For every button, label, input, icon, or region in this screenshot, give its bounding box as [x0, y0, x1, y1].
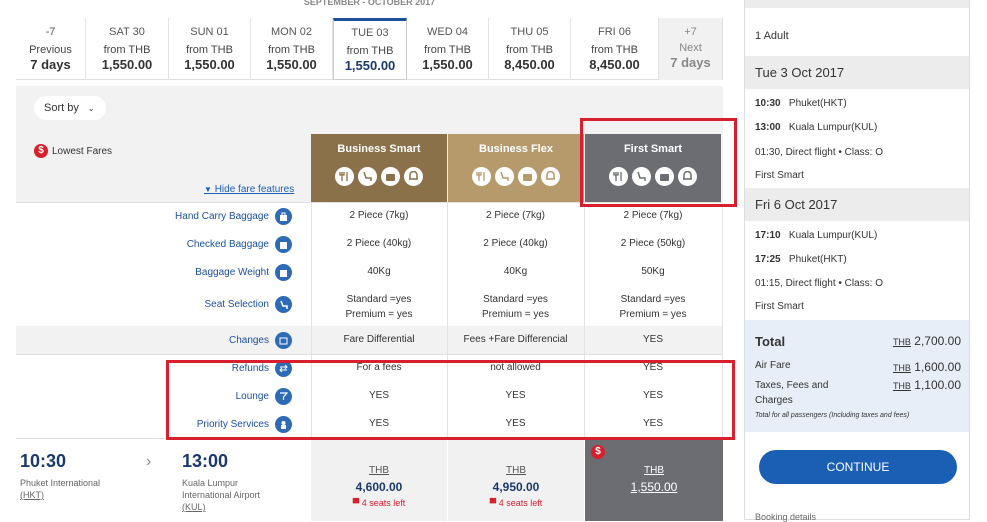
seat-icon: ▀	[489, 498, 497, 508]
highlight-box-first-smart	[580, 118, 737, 207]
leg2-info: 01:15, Direct flight • Class: O	[755, 278, 884, 289]
hide-fare-features-link[interactable]: ▼ Hide fare features	[204, 184, 294, 195]
baggage-icon	[518, 167, 537, 186]
date-sun-01[interactable]: SUN 01 from THB 1,550.00	[169, 18, 251, 80]
leg1-arrival: 13:00 Kuala Lumpur(KUL)	[755, 122, 878, 133]
lounge-icon	[404, 167, 423, 186]
suitcase-icon	[275, 236, 292, 253]
date-tue-03-selected[interactable]: TUE 03 from THB 1,550.00	[333, 18, 407, 80]
sort-by-dropdown[interactable]: Sort by ⌄	[34, 96, 106, 120]
fare-selection-panel: SEPTEMBER - OCTOBER 2017 -7 Previous 7 d…	[16, 0, 737, 521]
seat-icon	[275, 296, 292, 313]
fare-header-business-flex[interactable]: Business Flex	[448, 134, 584, 202]
leg2-date: Fri 6 Oct 2017	[745, 188, 969, 221]
suitcase-icon	[275, 264, 292, 281]
leg2-fare: First Smart	[755, 301, 804, 312]
seat-icon	[495, 167, 514, 186]
departure-time: 10:30	[20, 451, 67, 471]
price-business-flex[interactable]: THB 4,950.00 ▀ 4 seats left	[448, 439, 584, 521]
highlight-box-extras	[166, 360, 735, 440]
leg1-date: Tue 3 Oct 2017	[745, 56, 969, 89]
dollar-icon: $	[34, 144, 48, 158]
price-first-smart-selected[interactable]: $ THB 1,550.00	[585, 439, 723, 521]
seat-icon	[358, 167, 377, 186]
meal-icon	[335, 167, 354, 186]
date-next-week[interactable]: +7 Next 7 days	[659, 18, 723, 80]
date-fri-06[interactable]: FRI 06 from THB 8,450.00	[571, 18, 659, 80]
date-selector: -7 Previous 7 days SAT 30 from THB 1,550…	[16, 18, 723, 80]
chevron-right-icon: ›	[146, 453, 152, 470]
departure-airport: Phuket International (HKT)	[20, 478, 101, 500]
leg1-info: 01:30, Direct flight • Class: O	[755, 147, 884, 158]
calendar-icon	[275, 332, 292, 349]
hand-carry-icon	[275, 208, 292, 225]
dollar-icon: $	[591, 445, 605, 459]
date-mon-02[interactable]: MON 02 from THB 1,550.00	[251, 18, 333, 80]
fare-header-business-smart[interactable]: Business Smart	[311, 134, 447, 202]
triangle-down-icon: ▼	[204, 185, 212, 194]
date-wed-04[interactable]: WED 04 from THB 1,550.00	[407, 18, 489, 80]
continue-button[interactable]: CONTINUE	[759, 450, 957, 484]
arrival-airport: Kuala Lumpur International Airport (KUL)	[182, 478, 261, 512]
divider	[16, 354, 723, 355]
leg1-departure: 10:30 Phuket(HKT)	[755, 98, 847, 109]
price-summary: Total THB 2,700.00 Air Fare THB 1,600.00…	[745, 320, 969, 432]
seat-icon: ▀	[352, 498, 360, 508]
passenger-count: 1 Adult	[755, 30, 789, 42]
price-business-smart[interactable]: THB 4,600.00 ▀ 4 seats left	[311, 439, 447, 521]
date-prev-week[interactable]: -7 Previous 7 days	[16, 18, 86, 80]
leg2-departure: 17:10 Kuala Lumpur(KUL)	[755, 230, 878, 241]
meal-icon	[472, 167, 491, 186]
booking-summary-sidebar: 1 Adult Tue 3 Oct 2017 10:30 Phuket(HKT)…	[744, 0, 970, 522]
chevron-down-icon: ⌄	[87, 104, 95, 113]
baggage-icon	[381, 167, 400, 186]
leg2-arrival: 17:25 Phuket(HKT)	[755, 254, 847, 265]
flight-row[interactable]: 10:30 Phuket International (HKT) › 13:00 …	[16, 438, 723, 521]
lowest-fares-legend: $ Lowest Fares	[34, 144, 112, 158]
booking-details: Booking details	[755, 512, 817, 522]
lounge-icon	[541, 167, 560, 186]
arrival-time: 13:00	[182, 451, 229, 471]
date-sat-30[interactable]: SAT 30 from THB 1,550.00	[86, 18, 169, 80]
leg1-fare: First Smart	[755, 170, 804, 181]
date-thu-05[interactable]: THU 05 from THB 8,450.00	[489, 18, 571, 80]
month-header: SEPTEMBER - OCTOBER 2017	[303, 0, 436, 7]
